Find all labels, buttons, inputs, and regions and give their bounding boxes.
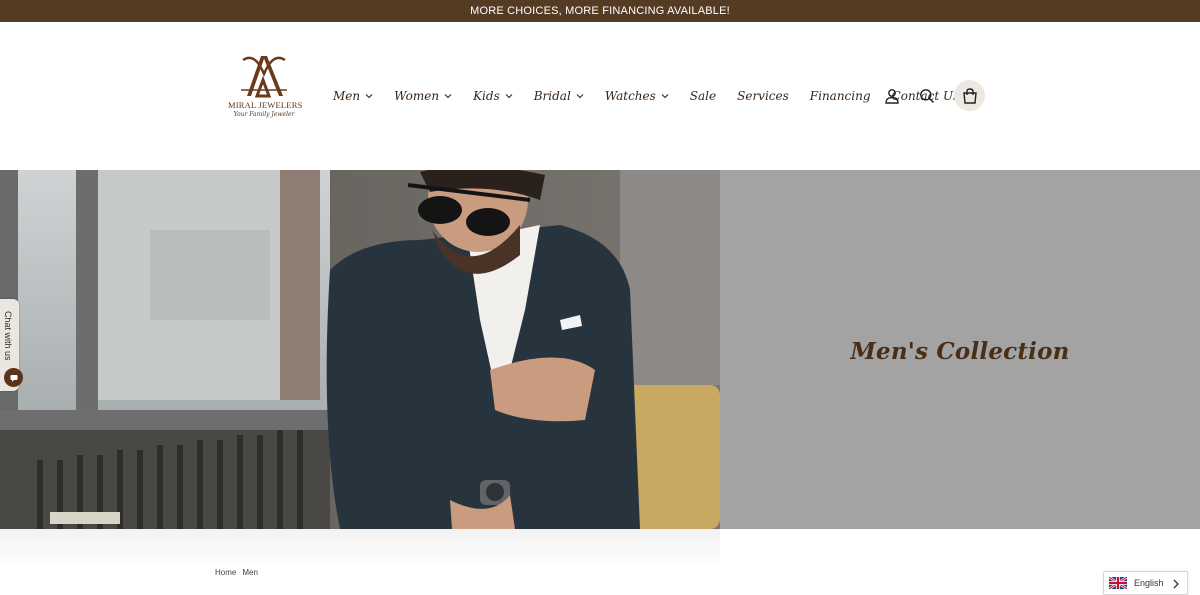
logo-name: MIRAL JEWELERS — [228, 100, 303, 110]
chevron-down-icon — [576, 92, 584, 100]
hero-shadow — [0, 529, 720, 569]
chevron-right-icon — [1173, 579, 1179, 589]
hero-panel: Men's Collection — [720, 170, 1200, 529]
nav-item-sale[interactable]: Sale — [690, 89, 716, 103]
chevron-down-icon — [444, 92, 452, 100]
logo[interactable]: MIRAL JEWELERS Your Family Jeweler — [228, 50, 303, 128]
chevron-down-icon — [505, 92, 513, 100]
shopping-bag-icon — [962, 87, 977, 104]
logo-tagline: Your Family Jeweler — [233, 111, 295, 118]
chevron-down-icon — [365, 92, 373, 100]
nav-item-kids[interactable]: Kids — [473, 89, 513, 103]
mens-model-photo — [0, 170, 720, 529]
nav-item-men[interactable]: Men — [333, 89, 373, 103]
hero-image — [0, 170, 720, 529]
site-header: MIRAL JEWELERS Your Family Jeweler Men W… — [0, 22, 1200, 170]
nav-item-services[interactable]: Services — [737, 89, 789, 103]
language-selector[interactable]: English — [1103, 571, 1188, 595]
announcement-text: MORE CHOICES, MORE FINANCING AVAILABLE! — [470, 5, 730, 17]
nav-item-watches[interactable]: Watches — [605, 89, 669, 103]
nav-item-bridal[interactable]: Bridal — [534, 89, 584, 103]
nav-item-financing[interactable]: Financing — [810, 89, 871, 103]
breadcrumb-home-link[interactable]: Home — [215, 568, 236, 577]
uk-flag-icon — [1109, 577, 1127, 589]
chat-label: Chat with us — [3, 311, 13, 361]
search-icon — [920, 89, 935, 104]
search-button[interactable] — [917, 86, 937, 106]
nav-item-women[interactable]: Women — [394, 89, 452, 103]
breadcrumb: Home Men — [215, 568, 258, 577]
chat-widget-tab[interactable]: Chat with us — [0, 299, 23, 391]
language-label: English — [1134, 578, 1164, 588]
logo-mark-icon — [241, 56, 287, 98]
chat-bubble-icon — [4, 368, 23, 387]
account-icon — [885, 89, 899, 104]
cart-button[interactable] — [954, 80, 985, 111]
hero-title: Men's Collection — [850, 338, 1070, 365]
account-button[interactable] — [882, 86, 902, 106]
announcement-bar: MORE CHOICES, MORE FINANCING AVAILABLE! — [0, 0, 1200, 22]
chevron-down-icon — [661, 92, 669, 100]
main-nav: Men Women Kids Bridal Watches Sale Servi… — [333, 87, 959, 105]
breadcrumb-current: Men — [242, 568, 258, 577]
